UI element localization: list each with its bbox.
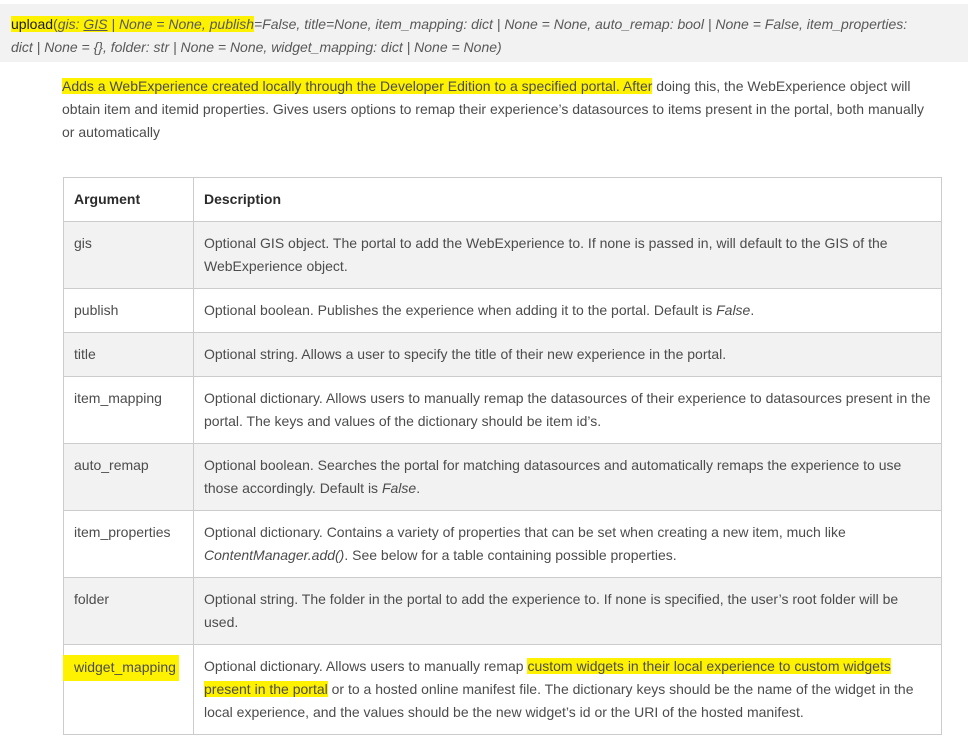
table-row: gis Optional GIS object. The portal to a…: [63, 221, 942, 289]
arg-item-properties: item_properties: [63, 510, 194, 578]
desc-folder: Optional string. The folder in the porta…: [193, 577, 942, 645]
arg-auto-remap: auto_remap: [63, 443, 194, 511]
desc-widget-mapping: Optional dictionary. Allows users to man…: [193, 644, 942, 735]
desc-title: Optional string. Allows a user to specif…: [193, 332, 942, 377]
widget-mapping-highlight: widget_mapping: [63, 655, 179, 681]
arg-folder: folder: [63, 577, 194, 645]
param-publish: publish: [209, 16, 254, 32]
arg-title: title: [63, 332, 194, 377]
function-name: upload: [11, 16, 54, 32]
table-row: item_mapping Optional dictionary. Allows…: [63, 376, 942, 444]
description-highlight: Adds a WebExperience created locally thr…: [62, 78, 653, 94]
table-row: publish Optional boolean. Publishes the …: [63, 288, 942, 333]
table-header-row: Argument Description: [63, 177, 942, 222]
header-description: Description: [193, 177, 942, 222]
arg-gis: gis: [63, 221, 194, 289]
arguments-table: Argument Description gis Optional GIS ob…: [63, 177, 942, 735]
header-argument: Argument: [63, 177, 194, 222]
table-row: item_properties Optional dictionary. Con…: [63, 510, 942, 578]
arg-widget-mapping: widget_mapping: [63, 644, 194, 735]
desc-auto-remap: Optional boolean. Searches the portal fo…: [193, 443, 942, 511]
table-row: widget_mapping Optional dictionary. Allo…: [63, 644, 942, 735]
desc-item-properties: Optional dictionary. Contains a variety …: [193, 510, 942, 578]
method-description: Adds a WebExperience created locally thr…: [62, 78, 924, 140]
signature-highlight: upload(gis: GIS | None = None, publish: [11, 16, 254, 32]
method-signature: upload(gis: GIS | None = None, publish=F…: [0, 4, 968, 62]
desc-gis: Optional GIS object. The portal to add t…: [193, 221, 942, 289]
table-row: title Optional string. Allows a user to …: [63, 332, 942, 377]
arg-publish: publish: [63, 288, 194, 333]
table-row: auto_remap Optional boolean. Searches th…: [63, 443, 942, 511]
desc-publish: Optional boolean. Publishes the experien…: [193, 288, 942, 333]
arg-item-mapping: item_mapping: [63, 376, 194, 444]
desc-item-mapping: Optional dictionary. Allows users to man…: [193, 376, 942, 444]
table-row: folder Optional string. The folder in th…: [63, 577, 942, 645]
gis-type-link[interactable]: GIS: [83, 16, 107, 32]
signature-line-2: dict | None = {}, folder: str | None = N…: [11, 39, 502, 55]
